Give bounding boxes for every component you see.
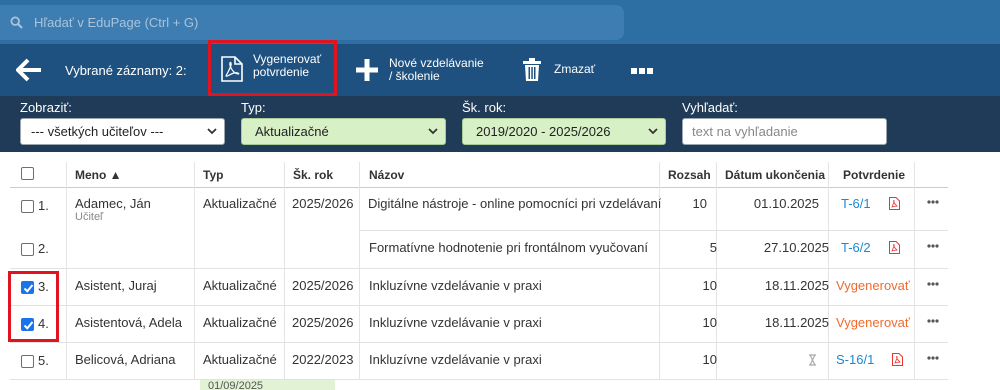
year-filter-value: 2019/2020 - 2025/2026 bbox=[476, 124, 611, 139]
chevron-down-icon bbox=[207, 128, 217, 135]
school-year: 2025/2026 bbox=[292, 278, 354, 293]
chevron-down-icon bbox=[648, 128, 658, 135]
generate-certificate-button[interactable]: Vygenerovať potvrdenie bbox=[208, 40, 337, 96]
top-bar: Hľadať v EduPage (Ctrl + G) bbox=[0, 0, 1000, 44]
year-filter-select[interactable]: 2019/2020 - 2025/2026 bbox=[462, 118, 666, 145]
training-range: 10 bbox=[692, 196, 707, 211]
row-checkbox[interactable] bbox=[21, 355, 34, 368]
training-title: Inkluzívne vzdelávanie v praxi bbox=[369, 278, 542, 293]
table-search-placeholder: text na vyhľadanie bbox=[692, 124, 798, 139]
training-title: Inkluzívne vzdelávanie v praxi bbox=[369, 315, 542, 330]
school-year: 2022/2023 bbox=[292, 352, 354, 367]
more-options-icon[interactable] bbox=[631, 68, 653, 74]
column-header-title[interactable]: Názov bbox=[369, 168, 404, 182]
teacher-name: Asistent, Juraj bbox=[75, 278, 157, 293]
delete-button[interactable]: Zmazať bbox=[522, 58, 602, 84]
type-filter-value: Aktualizačné bbox=[255, 124, 329, 139]
certificate-link[interactable]: T-6/1 bbox=[841, 196, 871, 211]
row-menu-icon[interactable] bbox=[927, 200, 939, 204]
column-header-name[interactable]: Meno ▲ bbox=[75, 168, 122, 182]
training-type: Aktualizačné bbox=[203, 315, 277, 330]
end-date: 27.10.2025 bbox=[763, 240, 829, 255]
new-label-line2: / školenie bbox=[389, 69, 440, 83]
action-bar: Vybrané záznamy: 2: Vygenerovať potvrden… bbox=[0, 40, 1000, 96]
school-year: 2025/2026 bbox=[292, 315, 354, 330]
column-header-end-date[interactable]: Dátum ukončenia bbox=[725, 168, 825, 182]
search-placeholder: Hľadať v EduPage (Ctrl + G) bbox=[34, 15, 199, 30]
certificate-link[interactable]: S-16/1 bbox=[836, 352, 874, 367]
teacher-name: Asistentová, Adela bbox=[75, 315, 182, 330]
column-header-certificate[interactable]: Potvrdenie bbox=[843, 168, 905, 182]
end-date: 01.10.2025 bbox=[753, 196, 819, 211]
training-type: Aktualizačné bbox=[203, 352, 277, 367]
show-filter-label: Zobraziť: bbox=[20, 100, 72, 115]
row-menu-icon[interactable] bbox=[927, 356, 939, 360]
training-range: 10 bbox=[702, 352, 717, 367]
end-date: 18.11.2025 bbox=[764, 315, 829, 330]
chevron-down-icon bbox=[428, 128, 438, 135]
pdf-file-icon bbox=[221, 56, 243, 82]
select-all-checkbox[interactable] bbox=[21, 167, 34, 180]
training-type: Aktualizačné bbox=[203, 196, 277, 211]
teacher-role: Učiteľ bbox=[75, 211, 104, 223]
training-title: Digitálne nástroje - online pomocníci pr… bbox=[368, 196, 662, 211]
selected-records-label: Vybrané záznamy: 2: bbox=[65, 63, 187, 78]
row-menu-icon[interactable] bbox=[927, 319, 939, 323]
type-filter-select[interactable]: Aktualizačné bbox=[241, 118, 446, 145]
year-filter-label: Šk. rok: bbox=[462, 100, 507, 115]
row-menu-icon[interactable] bbox=[927, 282, 939, 286]
pdf-icon[interactable] bbox=[889, 241, 900, 254]
table-row[interactable]: 2. Formatívne hodnotenie pri frontálnom … bbox=[10, 231, 948, 269]
search-icon bbox=[10, 16, 23, 29]
column-header-range[interactable]: Rozsah bbox=[668, 168, 711, 182]
search-filter-label: Vyhľadať: bbox=[682, 100, 738, 115]
new-training-button[interactable]: Nové vzdelávanie / školenie bbox=[356, 57, 496, 87]
filter-bar: Zobraziť: --- všetkých učiteľov --- Typ:… bbox=[0, 96, 1000, 152]
table-row[interactable]: 5. Belicová, Adriana Aktualizačné 2022/2… bbox=[10, 343, 948, 380]
training-range: 10 bbox=[702, 278, 717, 293]
delete-label: Zmazať bbox=[554, 62, 596, 76]
generate-certificate-link[interactable]: Vygenerovať bbox=[836, 278, 910, 293]
partial-date-cell: 01/09/2025 bbox=[200, 380, 335, 390]
pdf-icon[interactable] bbox=[892, 353, 903, 366]
row-number: 5. bbox=[38, 353, 49, 368]
hourglass-icon bbox=[809, 354, 816, 366]
column-header-type[interactable]: Typ bbox=[203, 168, 223, 182]
teacher-name: Belicová, Adriana bbox=[75, 352, 176, 367]
show-filter-value: --- všetkých učiteľov --- bbox=[31, 124, 164, 139]
row-number: 1. bbox=[38, 198, 49, 213]
type-filter-label: Typ: bbox=[241, 100, 266, 115]
row-menu-icon[interactable] bbox=[927, 244, 939, 248]
training-range: 10 bbox=[702, 315, 717, 330]
row-number: 2. bbox=[38, 241, 49, 256]
table-search-input[interactable]: text na vyhľadanie bbox=[682, 118, 887, 145]
global-search-input[interactable]: Hľadať v EduPage (Ctrl + G) bbox=[0, 5, 624, 40]
row-checkbox[interactable] bbox=[21, 200, 34, 213]
row-checkbox[interactable] bbox=[21, 243, 34, 256]
generate-certificate-link[interactable]: Vygenerovať bbox=[836, 315, 910, 330]
training-title: Inkluzívne vzdelávanie v praxi bbox=[369, 352, 542, 367]
training-type: Aktualizačné bbox=[203, 278, 277, 293]
table-header: Meno ▲ Typ Šk. rok Názov Rozsah Dátum uk… bbox=[10, 162, 948, 188]
trash-icon bbox=[523, 58, 541, 81]
school-year: 2025/2026 bbox=[292, 196, 354, 211]
certificate-link[interactable]: T-6/2 bbox=[841, 240, 871, 255]
pdf-icon[interactable] bbox=[889, 197, 900, 210]
show-filter-select[interactable]: --- všetkých učiteľov --- bbox=[20, 118, 225, 145]
table-row-detail: Digitálne nástroje - online pomocníci pr… bbox=[359, 188, 948, 231]
selection-highlight bbox=[8, 271, 59, 342]
training-title: Formatívne hodnotenie pri frontálnom vyu… bbox=[369, 240, 648, 255]
back-arrow-icon[interactable] bbox=[16, 58, 42, 82]
training-range: 5 bbox=[709, 240, 717, 255]
table-row[interactable]: 4. Asistentová, Adela Aktualizačné 2025/… bbox=[10, 306, 948, 343]
table-row[interactable]: 3. Asistent, Juraj Aktualizačné 2025/202… bbox=[10, 269, 948, 306]
column-header-year[interactable]: Šk. rok bbox=[293, 168, 333, 182]
partial-date: 01/09/2025 bbox=[208, 380, 264, 390]
plus-icon bbox=[356, 59, 378, 81]
generate-label-line2: potvrdenie bbox=[253, 65, 310, 79]
end-date: 18.11.2025 bbox=[764, 278, 829, 293]
teacher-name: Adamec, Ján bbox=[75, 196, 151, 211]
